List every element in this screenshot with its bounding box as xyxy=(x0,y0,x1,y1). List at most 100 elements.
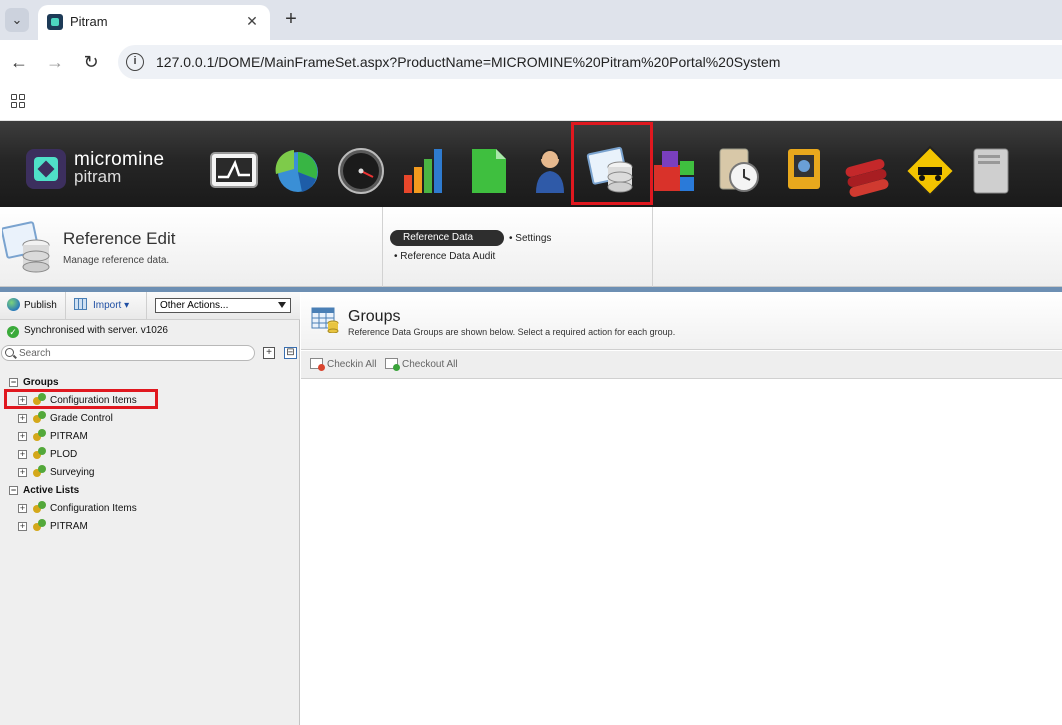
page-subtitle: Manage reference data. xyxy=(63,255,170,266)
search-icon xyxy=(5,348,14,357)
band-divider xyxy=(652,207,653,287)
expand-icon[interactable]: + xyxy=(18,450,27,459)
tree-item-label: Configuration Items xyxy=(50,503,137,514)
url-text: 127.0.0.1/DOME/MainFrameSet.aspx?Product… xyxy=(156,54,781,70)
group-node-icon xyxy=(32,465,47,478)
group-node-icon xyxy=(32,447,47,460)
apps-grid-icon[interactable] xyxy=(11,94,25,108)
checkmark-icon: ✓ xyxy=(7,326,19,338)
expand-icon[interactable]: + xyxy=(18,414,27,423)
new-tab-button[interactable]: + xyxy=(280,8,302,30)
list-node-icon xyxy=(32,519,47,532)
tree-item-active-pitram[interactable]: + PITRAM xyxy=(18,518,88,536)
blocks-icon[interactable] xyxy=(650,145,702,197)
group-node-icon xyxy=(32,411,47,424)
tree-item-active-configuration-items[interactable]: + Configuration Items xyxy=(18,500,137,518)
checkin-icon xyxy=(310,358,325,371)
browser-tab[interactable]: Pitram ✕ xyxy=(38,5,270,40)
browser-tabstrip: ⌄ Pitram ✕ + xyxy=(0,0,1062,40)
chevron-down-icon: ⌄ xyxy=(11,12,23,27)
survey-instrument-icon[interactable] xyxy=(778,145,830,197)
active-lists-label: Active Lists xyxy=(23,485,80,496)
site-info-icon[interactable]: i xyxy=(126,53,144,71)
checkout-all-label: Checkout All xyxy=(402,359,458,370)
globe-icon xyxy=(7,298,20,311)
search-box[interactable] xyxy=(1,345,255,361)
dropdown-caret-icon xyxy=(278,302,286,308)
reference-data-link[interactable]: Reference Data xyxy=(390,230,504,246)
import-label: Import ▾ xyxy=(93,300,130,311)
reference-data-audit-link[interactable]: • Reference Data Audit xyxy=(394,251,495,262)
groups-description: Reference Data Groups are shown below. S… xyxy=(348,327,676,337)
left-panel: Publish Import ▾ Other Actions... ✓ Synch… xyxy=(0,292,300,725)
tree-item-plod[interactable]: + PLOD xyxy=(18,446,77,464)
app-header: micromine pitram xyxy=(0,121,1062,207)
back-button[interactable]: ← xyxy=(8,51,30,73)
brand-wordmark: micromine pitram xyxy=(74,150,164,186)
collapse-tree-icon[interactable]: ⊟ xyxy=(284,347,297,359)
expand-icon[interactable]: + xyxy=(18,432,27,441)
monitor-icon[interactable] xyxy=(208,145,260,197)
pie-chart-icon[interactable] xyxy=(272,145,324,197)
list-node-icon xyxy=(32,501,47,514)
gauge-icon[interactable] xyxy=(335,145,387,197)
expand-icon[interactable]: + xyxy=(18,468,27,477)
browser-toolbar: ← → ↻ i 127.0.0.1/DOME/MainFrameSet.aspx… xyxy=(0,40,1062,84)
left-toolbar: Publish Import ▾ Other Actions... xyxy=(0,292,300,320)
reference-edit-icon xyxy=(2,221,50,273)
expand-icon[interactable]: + xyxy=(18,504,27,513)
tab-title: Pitram xyxy=(70,14,108,29)
publish-button[interactable]: Publish xyxy=(0,292,66,319)
table-icon xyxy=(74,298,87,310)
tab-search-button[interactable]: ⌄ xyxy=(5,8,29,32)
tree-root-active-lists[interactable]: − Active Lists xyxy=(9,482,79,500)
groups-action-bar: Checkin All Checkout All xyxy=(301,351,1062,379)
bar-chart-icon[interactable] xyxy=(398,145,450,197)
tree-item-surveying[interactable]: + Surveying xyxy=(18,464,94,482)
micromine-logo-icon xyxy=(26,149,66,189)
operator-headset-icon[interactable] xyxy=(524,145,576,197)
forward-button[interactable]: → xyxy=(44,51,66,73)
tree-item-label: Surveying xyxy=(50,467,95,478)
collapse-icon[interactable]: − xyxy=(9,378,18,387)
other-actions-select[interactable]: Other Actions... xyxy=(155,298,291,313)
explosives-icon[interactable] xyxy=(841,145,893,197)
selected-item-highlight xyxy=(4,389,158,409)
groups-label: Groups xyxy=(23,377,59,388)
tree-item-label: PITRAM xyxy=(50,521,88,532)
tree-item-pitram[interactable]: + PITRAM xyxy=(18,428,88,446)
tree-item-label: Grade Control xyxy=(50,413,113,424)
pitram-favicon-icon xyxy=(47,14,63,30)
collapse-icon[interactable]: − xyxy=(9,486,18,495)
server-icon[interactable] xyxy=(966,145,1018,197)
tree-item-label: PITRAM xyxy=(50,431,88,442)
group-node-icon xyxy=(32,429,47,442)
checkin-all-button[interactable]: Checkin All xyxy=(310,358,377,371)
band-divider xyxy=(382,207,383,287)
sync-status: ✓ Synchronised with server. v1026 xyxy=(7,325,168,338)
sync-status-text: Synchronised with server. v1026 xyxy=(24,325,168,336)
selected-module-highlight xyxy=(571,122,653,205)
expand-icon[interactable]: + xyxy=(18,522,27,531)
close-tab-icon[interactable]: ✕ xyxy=(242,11,262,31)
reload-button[interactable]: ↻ xyxy=(80,51,102,73)
document-icon[interactable] xyxy=(462,145,514,197)
checkin-all-label: Checkin All xyxy=(327,359,377,370)
brand-line-2: pitram xyxy=(74,167,122,186)
page-title: Reference Edit xyxy=(63,229,176,248)
search-input[interactable] xyxy=(19,347,249,359)
settings-link[interactable]: • Settings xyxy=(509,233,551,244)
clock-clipboard-icon[interactable] xyxy=(714,145,766,197)
checkout-icon xyxy=(385,358,400,371)
checkout-all-button[interactable]: Checkout All xyxy=(385,358,458,371)
other-actions-value: Other Actions... xyxy=(160,300,229,311)
address-bar[interactable]: i 127.0.0.1/DOME/MainFrameSet.aspx?Produ… xyxy=(118,45,1062,79)
import-button[interactable]: Import ▾ xyxy=(66,292,147,319)
groups-content-area xyxy=(301,380,1062,725)
page-header: Reference Edit Manage reference data. Re… xyxy=(0,207,1062,287)
tree-item-grade-control[interactable]: + Grade Control xyxy=(18,410,113,428)
bookmarks-bar xyxy=(0,84,1062,121)
expand-all-icon[interactable]: + xyxy=(263,347,275,359)
groups-table-icon xyxy=(311,307,339,333)
warning-truck-icon[interactable] xyxy=(904,145,956,197)
